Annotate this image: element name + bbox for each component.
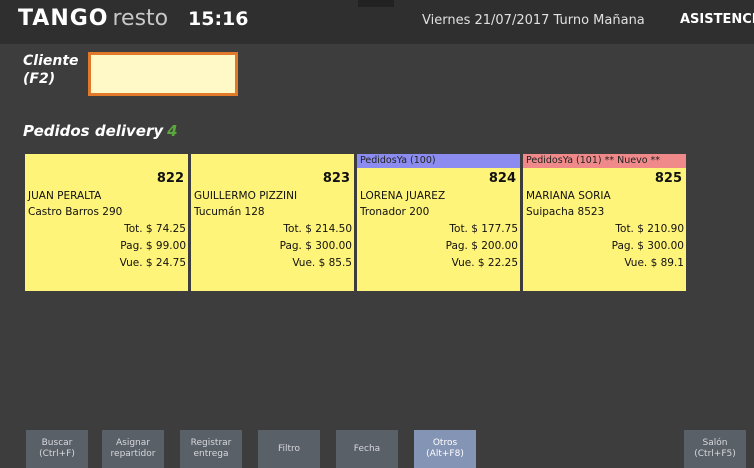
registrar-label: Registrar xyxy=(190,438,232,448)
fecha-button[interactable]: Fecha xyxy=(336,430,398,468)
buscar-label: Buscar xyxy=(41,438,73,448)
order-customer: GUILLERMO PIZZINI xyxy=(194,190,298,202)
order-number: 824 xyxy=(488,171,516,186)
filtro-label: Filtro xyxy=(277,443,301,454)
order-paid: Pag. $ 200.00 xyxy=(445,240,518,252)
delivery-title-text: Pedidos delivery xyxy=(23,122,164,140)
order-number: 825 xyxy=(654,171,682,186)
order-change: Vue. $ 22.25 xyxy=(451,257,518,269)
cliente-label-text: Cliente xyxy=(23,53,79,69)
logo-main: TANGO xyxy=(18,6,109,31)
order-change: Vue. $ 85.5 xyxy=(292,257,352,269)
order-card[interactable]: PedidosYa (101) ** Nuevo ** 825 MARIANA … xyxy=(523,154,686,291)
otros-label: Otros xyxy=(432,438,458,448)
order-total: Tot. $ 210.90 xyxy=(615,223,684,235)
salon-button[interactable]: Salón (Ctrl+F5) xyxy=(684,430,746,468)
cliente-shortcut: (F2) xyxy=(23,71,56,87)
order-source xyxy=(191,154,354,168)
buscar-shortcut: (Ctrl+F) xyxy=(39,449,75,459)
order-source xyxy=(25,154,188,168)
order-address: Castro Barros 290 xyxy=(28,206,123,218)
registrar-entrega-button[interactable]: Registrar entrega xyxy=(180,430,242,468)
top-handle xyxy=(358,0,394,7)
mode-label: ASISTENCIA xyxy=(680,12,754,27)
cliente-label: Cliente (F2) xyxy=(23,52,79,88)
fecha-label: Fecha xyxy=(353,443,381,454)
buscar-button[interactable]: Buscar (Ctrl+F) xyxy=(26,430,88,468)
order-customer: MARIANA SORIA xyxy=(526,190,611,202)
order-total: Tot. $ 214.50 xyxy=(283,223,352,235)
otros-button[interactable]: Otros (Alt+F8) xyxy=(414,430,476,468)
delivery-count: 4 xyxy=(167,122,178,140)
cliente-input[interactable] xyxy=(88,52,238,96)
logo-sub: resto xyxy=(112,6,169,31)
order-address: Suipacha 8523 xyxy=(526,206,605,218)
asignar-repartidor-button[interactable]: Asignar repartidor xyxy=(102,430,164,468)
order-address: Tucumán 128 xyxy=(194,206,265,218)
order-source: PedidosYa (100) xyxy=(357,154,520,168)
order-total: Tot. $ 177.75 xyxy=(449,223,518,235)
order-card[interactable]: PedidosYa (100) 824 LORENA JUAREZ Tronad… xyxy=(357,154,520,291)
order-paid: Pag. $ 99.00 xyxy=(120,240,186,252)
order-change: Vue. $ 24.75 xyxy=(119,257,186,269)
order-card[interactable]: 822 JUAN PERALTA Castro Barros 290 Tot. … xyxy=(25,154,188,291)
order-card[interactable]: 823 GUILLERMO PIZZINI Tucumán 128 Tot. $… xyxy=(191,154,354,291)
asignar-label-2: repartidor xyxy=(110,449,156,459)
date-shift: Viernes 21/07/2017 Turno Mañana xyxy=(422,13,645,28)
top-bar: TANGO resto 15:16 Viernes 21/07/2017 Turn… xyxy=(0,0,754,44)
order-paid: Pag. $ 300.00 xyxy=(279,240,352,252)
otros-shortcut: (Alt+F8) xyxy=(426,449,464,459)
order-number: 823 xyxy=(322,171,350,186)
order-paid: Pag. $ 300.00 xyxy=(611,240,684,252)
app-logo: TANGO resto xyxy=(18,6,168,31)
order-number: 822 xyxy=(156,171,184,186)
order-total: Tot. $ 74.25 xyxy=(124,223,186,235)
salon-label: Salón xyxy=(702,438,728,448)
order-customer: LORENA JUAREZ xyxy=(360,190,446,202)
order-address: Tronador 200 xyxy=(360,206,430,218)
order-source: PedidosYa (101) ** Nuevo ** xyxy=(523,154,686,168)
bottom-toolbar: Buscar (Ctrl+F) Asignar repartidor Regis… xyxy=(0,424,754,468)
clock: 15:16 xyxy=(188,8,249,30)
filtro-button[interactable]: Filtro xyxy=(258,430,320,468)
salon-shortcut: (Ctrl+F5) xyxy=(694,449,736,459)
asignar-label: Asignar xyxy=(116,438,150,448)
order-change: Vue. $ 89.1 xyxy=(624,257,684,269)
registrar-label-2: entrega xyxy=(193,449,229,459)
delivery-title: Pedidos delivery 4 xyxy=(23,122,178,140)
order-customer: JUAN PERALTA xyxy=(28,190,102,202)
